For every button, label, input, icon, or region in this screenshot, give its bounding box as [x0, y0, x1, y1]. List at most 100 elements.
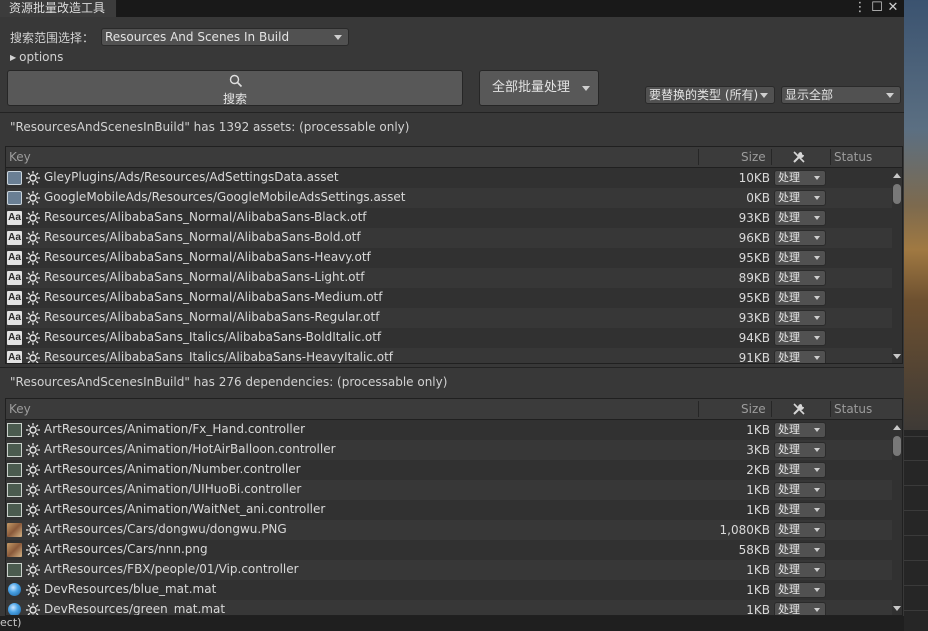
table-row[interactable]: ArtResources/Cars/dongwu/dongwu.PNG 1,080…: [6, 520, 892, 540]
options-foldout[interactable]: ▶ options: [10, 50, 63, 64]
scroll-thumb[interactable]: [893, 184, 901, 204]
asset-path: ArtResources/Animation/Number.controller: [44, 462, 301, 476]
process-dropdown[interactable]: 处理: [774, 290, 826, 306]
scroll-up-icon[interactable]: [893, 173, 901, 178]
column-status[interactable]: Status: [834, 150, 872, 164]
column-status[interactable]: Status: [834, 402, 872, 416]
process-label: 处理: [778, 543, 800, 556]
scene-view-background: [904, 0, 928, 430]
asset-path: Resources/AlibabaSans_Normal/AlibabaSans…: [44, 310, 380, 324]
process-dropdown[interactable]: 处理: [774, 522, 826, 538]
process-dropdown[interactable]: 处理: [774, 482, 826, 498]
process-dropdown[interactable]: 处理: [774, 250, 826, 266]
column-size[interactable]: Size: [741, 150, 766, 164]
table-row[interactable]: Aa Resources/AlibabaSans_Normal/AlibabaSa…: [6, 308, 892, 328]
settings-sun-icon: [25, 330, 41, 346]
table-row[interactable]: ArtResources/Animation/Fx_Hand.controlle…: [6, 420, 892, 440]
asset-file-icon: [7, 171, 22, 185]
table-row[interactable]: GleyPlugins/Ads/Resources/AdSettingsData…: [6, 168, 892, 188]
scroll-down-icon[interactable]: [893, 354, 901, 359]
table-row[interactable]: GoogleMobileAds/Resources/GoogleMobileAd…: [6, 188, 892, 208]
font-file-icon: Aa: [7, 331, 22, 345]
tools-icon[interactable]: [791, 149, 807, 165]
process-dropdown[interactable]: 处理: [774, 170, 826, 186]
table-row[interactable]: ArtResources/Animation/Number.controller…: [6, 460, 892, 480]
table-row[interactable]: Aa Resources/AlibabaSans_Normal/AlibabaSa…: [6, 208, 892, 228]
asset-size: 93KB: [738, 211, 770, 225]
search-label: 搜索: [222, 92, 247, 106]
process-dropdown[interactable]: 处理: [774, 230, 826, 246]
settings-sun-icon: [25, 210, 41, 226]
process-dropdown[interactable]: 处理: [774, 190, 826, 206]
batch-process-button[interactable]: 全部批量处理: [479, 70, 599, 106]
mat-file-icon: [8, 603, 21, 615]
scope-dropdown[interactable]: Resources And Scenes In Build: [101, 28, 349, 46]
search-button[interactable]: 搜索: [7, 70, 463, 106]
font-file-icon: Aa: [7, 311, 22, 325]
process-dropdown[interactable]: 处理: [774, 422, 826, 438]
chevron-down-icon: [814, 336, 820, 340]
asset-size: 1KB: [746, 603, 770, 616]
asset-path: ArtResources/Animation/HotAirBalloon.con…: [44, 442, 336, 456]
settings-sun-icon: [25, 350, 41, 363]
table-row[interactable]: Aa Resources/AlibabaSans_Italics/AlibabaS…: [6, 328, 892, 348]
process-label: 处理: [778, 171, 800, 184]
table-row[interactable]: Aa Resources/AlibabaSans_Normal/AlibabaSa…: [6, 268, 892, 288]
column-size[interactable]: Size: [741, 402, 766, 416]
maximize-icon[interactable]: ☐: [870, 0, 884, 17]
chevron-down-icon: [760, 93, 768, 98]
table-row[interactable]: Aa Resources/AlibabaSans_Normal/AlibabaSa…: [6, 248, 892, 268]
scroll-up-icon[interactable]: [893, 425, 901, 430]
process-dropdown[interactable]: 处理: [774, 582, 826, 598]
table-row[interactable]: ArtResources/FBX/people/01/Vip.controlle…: [6, 560, 892, 580]
process-label: 处理: [778, 463, 800, 476]
process-dropdown[interactable]: 处理: [774, 210, 826, 226]
table-row[interactable]: Aa Resources/AlibabaSans_Normal/AlibabaSa…: [6, 288, 892, 308]
table-header: Key Size Status: [6, 147, 902, 168]
table-row[interactable]: DevResources/blue_mat.mat 1KB 处理: [6, 580, 892, 600]
asset-size: 58KB: [738, 543, 770, 557]
display-filter-dropdown[interactable]: 显示全部: [781, 86, 901, 104]
process-label: 处理: [778, 211, 800, 224]
asset-size: 96KB: [738, 231, 770, 245]
process-dropdown[interactable]: 处理: [774, 542, 826, 558]
process-dropdown[interactable]: 处理: [774, 562, 826, 578]
process-dropdown[interactable]: 处理: [774, 270, 826, 286]
process-label: 处理: [778, 311, 800, 324]
table-row[interactable]: ArtResources/Animation/WaitNet_ani.contr…: [6, 500, 892, 520]
process-dropdown[interactable]: 处理: [774, 350, 826, 364]
process-dropdown[interactable]: 处理: [774, 462, 826, 478]
scroll-down-icon[interactable]: [893, 606, 901, 611]
process-dropdown[interactable]: 处理: [774, 310, 826, 326]
asset-size: 3KB: [746, 443, 770, 457]
process-label: 处理: [778, 523, 800, 536]
dependency-rows: ArtResources/Animation/Fx_Hand.controlle…: [6, 420, 892, 616]
vertical-scrollbar[interactable]: [892, 420, 902, 615]
process-dropdown[interactable]: 处理: [774, 602, 826, 616]
replace-type-dropdown[interactable]: 要替换的类型 (所有): [645, 86, 775, 104]
table-row[interactable]: ArtResources/Animation/HotAirBalloon.con…: [6, 440, 892, 460]
chevron-down-icon: [814, 508, 820, 512]
table-row[interactable]: Aa Resources/AlibabaSans_Italics/AlibabaS…: [6, 348, 892, 364]
table-row[interactable]: ArtResources/Animation/UIHuoBi.controlle…: [6, 480, 892, 500]
table-row[interactable]: ArtResources/Cars/nnn.png 58KB 处理: [6, 540, 892, 560]
vertical-scrollbar[interactable]: [892, 168, 902, 363]
column-key[interactable]: Key: [9, 402, 31, 416]
table-row[interactable]: Aa Resources/AlibabaSans_Normal/AlibabaSa…: [6, 228, 892, 248]
process-dropdown[interactable]: 处理: [774, 442, 826, 458]
foldout-arrow-icon: ▶: [10, 53, 17, 62]
kebab-menu-icon[interactable]: ⋮: [853, 0, 867, 17]
assets-rows: GleyPlugins/Ads/Resources/AdSettingsData…: [6, 168, 892, 364]
process-dropdown[interactable]: 处理: [774, 502, 826, 518]
process-dropdown[interactable]: 处理: [774, 330, 826, 346]
process-label: 处理: [778, 351, 800, 364]
process-label: 处理: [778, 603, 800, 616]
settings-sun-icon: [25, 462, 41, 478]
asset-path: Resources/AlibabaSans_Normal/AlibabaSans…: [44, 270, 365, 284]
tools-icon[interactable]: [791, 401, 807, 417]
close-icon[interactable]: ✕: [886, 0, 900, 17]
table-row[interactable]: DevResources/green_mat.mat 1KB 处理: [6, 600, 892, 616]
window-tab[interactable]: 资源批量改造工具: [0, 0, 117, 17]
column-key[interactable]: Key: [9, 150, 31, 164]
scroll-thumb[interactable]: [893, 436, 901, 456]
